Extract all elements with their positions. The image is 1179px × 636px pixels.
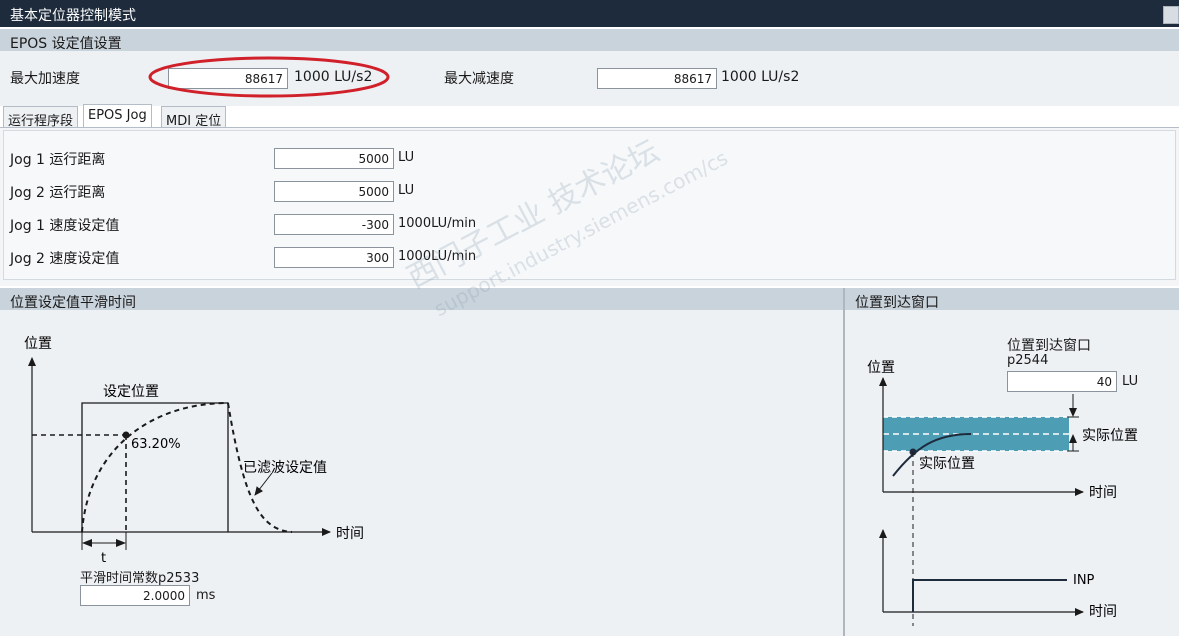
jog2-speed-unit: 1000LU/min — [398, 249, 477, 264]
percent-marker — [122, 431, 130, 439]
setpoint-section-header: EPOS 设定值设置 — [0, 29, 1179, 52]
max-decel-label: 最大减速度 — [444, 71, 514, 87]
smoothing-time-field[interactable]: 2.0000 — [80, 585, 190, 606]
window-section-header: 位置到达窗口 — [845, 288, 1179, 311]
window-value-field[interactable]: 40 — [1007, 371, 1117, 392]
setpoint-section-title: EPOS 设定值设置 — [10, 36, 122, 52]
setpoint-label: 设定位置 — [103, 384, 159, 400]
max-accel-label: 最大加速度 — [10, 71, 80, 87]
smoothing-param-label: 平滑时间常数p2533 — [80, 571, 200, 586]
window-value-unit: LU — [1122, 374, 1139, 389]
window-title: 基本定位器控制模式 — [10, 8, 136, 24]
jog-panel-inner — [3, 130, 1176, 280]
jog2-speed-field[interactable]: 300 — [274, 247, 394, 268]
actual-position-curve-label: 实际位置 — [919, 456, 975, 472]
max-decel-field[interactable]: 88617 — [597, 68, 717, 89]
window-y-label: 位置 — [867, 360, 895, 376]
highlight-ellipse — [148, 56, 390, 98]
jog2-speed-label: Jog 2 速度设定值 — [10, 251, 120, 267]
tab-epos-jog[interactable]: EPOS Jog — [83, 104, 152, 128]
inp-label: INP — [1073, 573, 1095, 588]
smoothing-section-title: 位置设定值平滑时间 — [10, 295, 136, 311]
jog2-distance-unit: LU — [398, 183, 415, 198]
actual-position-right-label: 实际位置 — [1082, 428, 1138, 444]
percent-label: 63.20% — [131, 437, 181, 452]
smoothing-section-header: 位置设定值平滑时间 — [0, 288, 843, 311]
window-x-label: 时间 — [1089, 485, 1117, 501]
smoothing-time-unit: ms — [196, 588, 216, 603]
setpoint-step-line — [81, 402, 229, 532]
smoothing-y-label: 位置 — [24, 336, 52, 352]
window-param-code: p2544 — [1007, 353, 1049, 368]
jog1-speed-label: Jog 1 速度设定值 — [10, 218, 120, 234]
filtered-rise-curve — [81, 402, 229, 533]
inp-x-label: 时间 — [1089, 604, 1117, 620]
tab-program-steps[interactable]: 运行程序段 — [3, 106, 79, 129]
t-label: t — [101, 551, 106, 566]
filtered-label: 已滤波设定值 — [243, 460, 327, 476]
window-param-label: 位置到达窗口 — [1007, 338, 1091, 354]
tab-mdi-positioning[interactable]: MDI 定位 — [161, 106, 227, 129]
jog1-speed-unit: 1000LU/min — [398, 216, 477, 231]
window-section-title: 位置到达窗口 — [855, 295, 939, 311]
jog1-distance-unit: LU — [398, 150, 415, 165]
jog1-distance-label: Jog 1 运行距离 — [10, 152, 106, 168]
max-decel-unit: 1000 LU/s2 — [721, 69, 800, 85]
smoothing-x-label: 时间 — [336, 526, 364, 542]
window-control-button[interactable] — [1163, 6, 1179, 24]
jog2-distance-field[interactable]: 5000 — [274, 181, 394, 202]
jog1-speed-field[interactable]: -300 — [274, 214, 394, 235]
jog2-distance-label: Jog 2 运行距离 — [10, 185, 106, 201]
inp-signal-line — [912, 579, 1067, 612]
window-titlebar: 基本定位器控制模式 — [0, 0, 1179, 27]
jog1-distance-field[interactable]: 5000 — [274, 148, 394, 169]
